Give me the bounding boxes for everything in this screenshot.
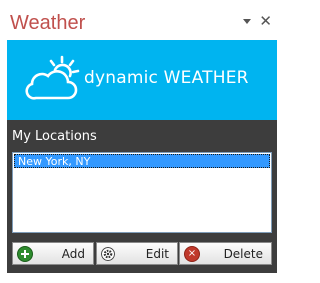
edit-button-label: Edit: [145, 246, 169, 261]
pane-title: Weather: [10, 12, 86, 34]
add-location-button[interactable]: Add: [12, 242, 94, 265]
brand-title: dynamic WEATHER: [84, 68, 249, 88]
delete-icon: ×: [184, 245, 200, 262]
brand-banner: dynamic WEATHER: [7, 40, 277, 120]
locations-list[interactable]: New York, NY: [12, 152, 272, 233]
gear-icon: [101, 246, 115, 261]
delete-button-label: Delete: [223, 246, 263, 261]
add-icon: [17, 245, 33, 262]
pane-controls: ✕: [243, 14, 272, 29]
close-icon[interactable]: ✕: [259, 14, 272, 29]
cloud-sun-icon: [25, 55, 80, 100]
add-button-label: Add: [61, 246, 85, 261]
locations-panel: My Locations New York, NY Add Edit × Del…: [7, 120, 277, 273]
location-item-selected[interactable]: New York, NY: [14, 154, 270, 168]
edit-location-button[interactable]: Edit: [96, 242, 178, 265]
pane-options-dropdown-icon[interactable]: [243, 18, 252, 24]
my-locations-label: My Locations: [12, 129, 97, 144]
delete-location-button[interactable]: × Delete: [179, 242, 272, 265]
